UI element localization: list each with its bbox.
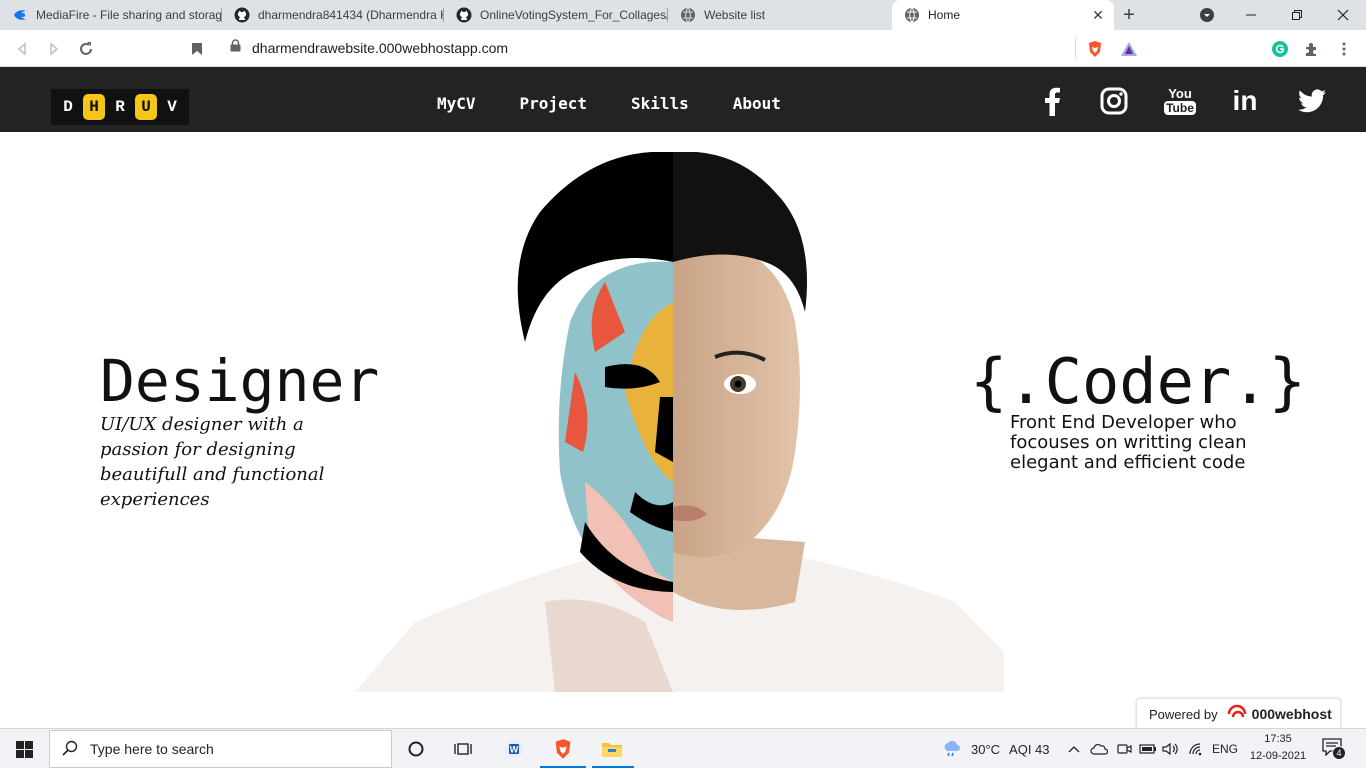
youtube-you: You [1168, 86, 1192, 101]
notification-center-icon[interactable]: 4 [1322, 729, 1346, 769]
github-icon [234, 7, 250, 23]
browser-tab[interactable]: MediaFire - File sharing and storag [0, 0, 222, 30]
main-nav: MyCV Project Skills About [437, 94, 825, 113]
github-icon [456, 7, 472, 23]
powered-by-label: Powered by [1149, 706, 1218, 722]
battery-icon[interactable] [1139, 729, 1157, 769]
taskbar-clock[interactable]: 17:35 12-09-2021 [1245, 731, 1311, 765]
brave-browser-icon[interactable] [541, 729, 585, 769]
url-text: dharmendrawebsite.000webhostapp.com [252, 40, 509, 56]
browser-tab-active[interactable]: Home ✕ [892, 0, 1114, 30]
cortana-icon[interactable] [394, 729, 438, 769]
search-placeholder: Type here to search [90, 741, 214, 757]
windows-start-icon[interactable] [2, 729, 46, 769]
clock-date: 12-09-2021 [1249, 750, 1307, 762]
close-tab-icon[interactable]: ✕ [1090, 7, 1106, 24]
toolbar-divider [1075, 37, 1076, 59]
forward-icon[interactable] [43, 38, 65, 60]
youtube-icon[interactable]: You Tube [1162, 83, 1198, 119]
minimize-icon[interactable] [1228, 0, 1274, 30]
site-logo[interactable]: D H R U V [51, 89, 189, 125]
windows-taskbar: Type here to search W 30°C AQI 43 ENG 17… [0, 728, 1366, 768]
volume-icon[interactable] [1162, 729, 1180, 769]
back-icon[interactable] [11, 38, 33, 60]
menu-icon[interactable] [1333, 38, 1355, 60]
meet-now-icon[interactable] [1116, 729, 1132, 769]
designer-description: UI/UX designer with a passion for design… [100, 414, 325, 510]
taskbar-search-input[interactable]: Type here to search [49, 730, 392, 768]
tab-search-icon[interactable] [1184, 0, 1230, 30]
nav-skills[interactable]: Skills [631, 94, 689, 113]
coder-heading: {.Coder.} [970, 345, 1306, 418]
designer-heading: Designer [100, 347, 380, 415]
extensions-icon[interactable] [1301, 38, 1323, 60]
weather-icon [941, 739, 963, 760]
logo-letter: U [135, 94, 157, 120]
grammarly-icon[interactable] [1269, 38, 1291, 60]
logo-letter: V [167, 98, 177, 116]
logo-letter: H [83, 94, 105, 120]
task-view-icon[interactable] [441, 729, 485, 769]
language-indicator[interactable]: ENG [1212, 729, 1238, 769]
weather-aqi: AQI 43 [1009, 741, 1050, 757]
linkedin-icon[interactable]: in [1227, 83, 1263, 119]
browser-tab[interactable]: dharmendra841434 (Dharmendra K [222, 0, 444, 30]
webhost-logo-icon [1226, 704, 1248, 724]
powered-by-brand: 000webhost [1251, 706, 1332, 722]
facebook-icon[interactable] [1034, 83, 1070, 119]
nav-project[interactable]: Project [520, 94, 587, 113]
logo-letter: R [115, 98, 125, 116]
weather-widget[interactable]: 30°C AQI 43 [941, 729, 1050, 769]
new-tab-button[interactable]: + [1114, 0, 1144, 30]
restore-icon[interactable] [1274, 0, 1320, 30]
powered-by-badge[interactable]: Powered by 000webhost [1136, 698, 1341, 728]
notification-count: 4 [1332, 746, 1346, 760]
instagram-icon[interactable] [1096, 83, 1132, 119]
globe-icon [904, 7, 920, 23]
hero-section: Designer UI/UX designer with a passion f… [0, 132, 1366, 728]
nav-about[interactable]: About [733, 94, 781, 113]
address-bar[interactable]: dharmendrawebsite.000webhostapp.com [218, 34, 1147, 62]
file-explorer-icon[interactable] [590, 729, 634, 769]
browser-tab-strip: MediaFire - File sharing and storag dhar… [0, 0, 1366, 30]
brave-rewards-icon[interactable] [1118, 38, 1140, 60]
bookmark-icon[interactable] [186, 38, 208, 60]
brave-shields-icon[interactable] [1084, 38, 1106, 60]
nav-mycv[interactable]: MyCV [437, 94, 476, 113]
site-header: D H R U V MyCV Project Skills About You … [0, 67, 1366, 132]
youtube-tube: Tube [1164, 101, 1196, 115]
reload-icon[interactable] [75, 38, 97, 60]
svg-text:W: W [510, 745, 519, 755]
clock-time: 17:35 [1264, 733, 1292, 745]
portrait-image [355, 151, 1004, 692]
linkedin-text: in [1232, 85, 1258, 116]
twitter-icon[interactable] [1294, 83, 1330, 119]
wifi-icon[interactable] [1188, 729, 1204, 769]
close-window-icon[interactable] [1320, 0, 1366, 30]
show-hidden-icons-icon[interactable] [1068, 729, 1080, 769]
onedrive-icon[interactable] [1090, 729, 1108, 769]
browser-tab[interactable]: OnlineVotingSystem_For_Collages/ [444, 0, 668, 30]
logo-letter: D [63, 98, 73, 116]
search-icon [62, 740, 78, 759]
word-app-icon[interactable]: W [492, 729, 536, 769]
mediafire-icon [12, 7, 28, 23]
weather-temp: 30°C [971, 741, 1001, 757]
lock-icon [230, 39, 244, 57]
globe-icon [680, 7, 696, 23]
browser-tab[interactable]: Website list [668, 0, 890, 30]
coder-description: Front End Developer who focouses on writ… [1010, 412, 1247, 473]
browser-toolbar: dharmendrawebsite.000webhostapp.com [0, 30, 1366, 67]
